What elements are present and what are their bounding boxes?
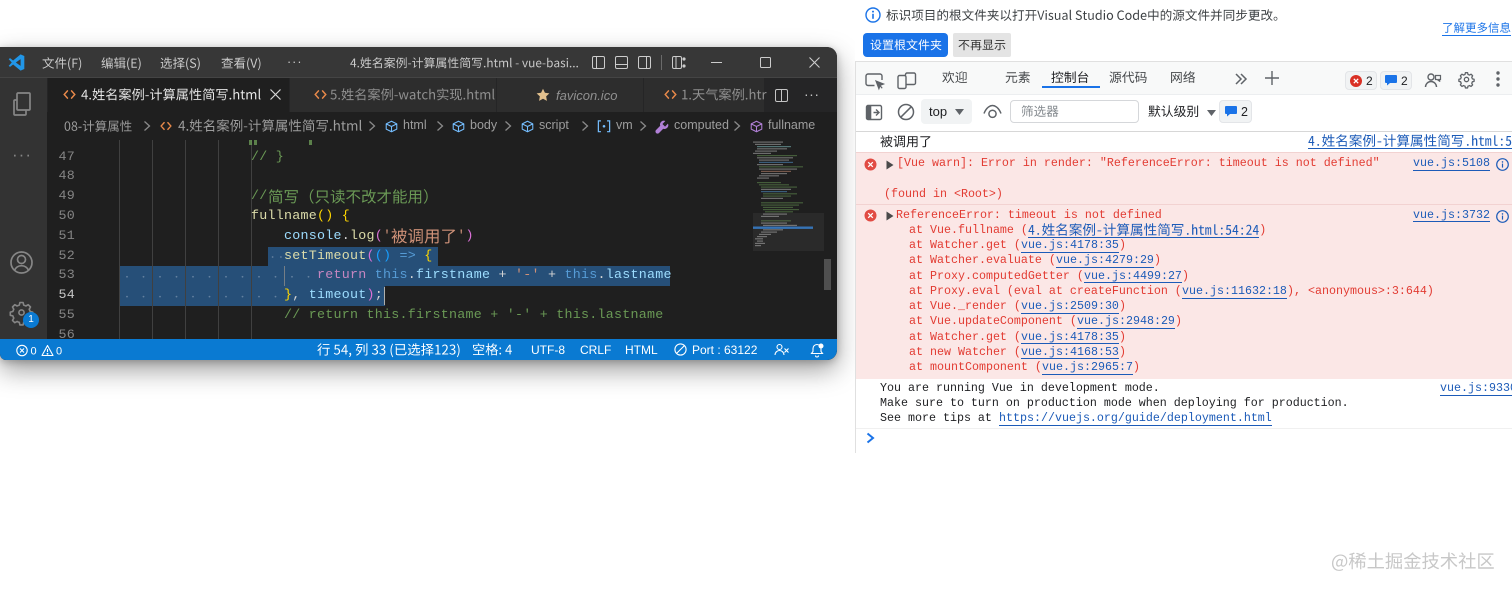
svg-text:0: 0 [31,345,37,357]
svg-text:0: 0 [56,345,62,357]
